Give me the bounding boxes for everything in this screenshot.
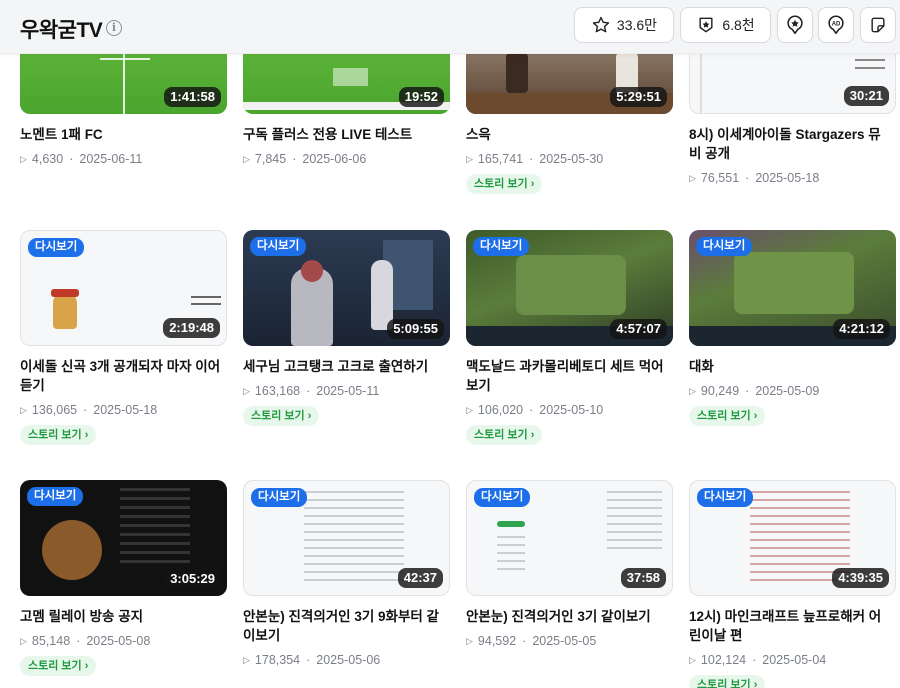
video-title[interactable]: 구독 플러스 전용 LIVE 테스트 — [243, 125, 450, 144]
video-meta: ▷ 136,065 · 2025-05-18 — [20, 403, 158, 417]
video-thumbnail[interactable]: 다시보기 37:58 — [466, 480, 673, 596]
video-meta: ▷ 178,354 · 2025-05-06 — [243, 653, 381, 667]
play-icon: ▷ — [689, 385, 696, 396]
replay-badge: 다시보기 — [27, 487, 84, 506]
story-button[interactable]: 스토리 보기 › — [689, 675, 766, 688]
video-duration: 19:52 — [398, 87, 444, 107]
play-icon: ▷ — [466, 404, 473, 415]
play-icon: ▷ — [466, 635, 473, 646]
story-button[interactable]: 스토리 보기 › — [20, 425, 97, 445]
info-icon[interactable]: i — [106, 20, 122, 36]
video-card[interactable]: 다시보기 2:19:48 이세돌 신곡 3개 공개되자 마자 이어 듣기 ▷ 136… — [20, 230, 227, 445]
subscribe-button[interactable]: 6.8천 — [680, 7, 771, 43]
video-duration: 37:58 — [620, 568, 666, 588]
sticker-button[interactable] — [860, 7, 896, 43]
replay-badge: 다시보기 — [696, 237, 753, 256]
play-icon: ▷ — [243, 153, 250, 164]
video-title[interactable]: 세구님 고크탱크 고크로 출연하기 — [243, 357, 450, 376]
story-button[interactable]: 스토리 보기 › — [466, 425, 543, 445]
play-icon: ▷ — [20, 635, 27, 646]
video-meta: ▷ 7,845 · 2025-06-06 — [243, 152, 367, 166]
play-icon: ▷ — [689, 172, 696, 183]
replay-badge: 다시보기 — [28, 238, 85, 257]
video-duration: 4:39:35 — [832, 568, 889, 588]
video-meta: ▷ 85,148 · 2025-05-08 — [20, 634, 151, 648]
video-thumbnail[interactable]: 다시보기 4:39:35 — [689, 480, 896, 596]
story-button[interactable]: 스토리 보기 › — [466, 174, 543, 194]
video-title[interactable]: 맥도날드 과카몰리베토디 세트 먹어 보기 — [466, 357, 673, 395]
video-card[interactable]: 다시보기 5:09:55 세구님 고크탱크 고크로 출연하기 ▷ 163,168 ·… — [243, 230, 450, 426]
video-meta: ▷ 102,124 · 2025-05-04 — [689, 653, 827, 667]
video-meta: ▷ 163,168 · 2025-05-11 — [243, 384, 380, 398]
video-title[interactable]: 안본눈) 진격의거인 3기 9화부터 같 이보기 — [243, 607, 450, 645]
video-meta: ▷ 165,741 · 2025-05-30 — [466, 152, 604, 166]
video-title[interactable]: 12시) 마인크래프트 늪프로해커 어 린이날 편 — [689, 607, 896, 645]
video-meta: ▷ 90,249 · 2025-05-09 — [689, 384, 820, 398]
play-icon: ▷ — [243, 385, 250, 396]
video-duration: 1:41:58 — [164, 87, 221, 107]
video-title[interactable]: 대화 — [689, 357, 896, 376]
video-card[interactable]: 다시보기 4:57:07 맥도날드 과카몰리베토디 세트 먹어 보기 ▷ 106,0… — [466, 230, 673, 445]
video-meta: ▷ 76,551 · 2025-05-18 — [689, 171, 820, 185]
video-title[interactable]: 이세돌 신곡 3개 공개되자 마자 이어 듣기 — [20, 357, 227, 395]
video-duration: 30:21 — [843, 86, 889, 106]
video-thumbnail[interactable]: 다시보기 3:05:29 — [20, 480, 227, 596]
replay-badge: 다시보기 — [697, 488, 754, 507]
video-duration: 2:19:48 — [163, 318, 220, 338]
play-icon: ▷ — [689, 654, 696, 665]
play-icon: ▷ — [243, 654, 250, 665]
play-icon: ▷ — [20, 404, 27, 415]
video-duration: 42:37 — [397, 568, 443, 588]
favorite-count: 33.6만 — [616, 17, 658, 33]
channel-header: 우왁굳TV i 33.6만 6.8천 AD — [0, 0, 900, 54]
story-button[interactable]: 스토리 보기 › — [689, 406, 766, 426]
video-duration: 5:09:55 — [387, 319, 444, 339]
story-button[interactable]: 스토리 보기 › — [243, 406, 320, 426]
star-icon — [592, 16, 610, 33]
subscriber-count: 6.8천 — [722, 17, 755, 33]
channel-name: 우왁굳TV — [20, 19, 103, 42]
video-card[interactable]: 다시보기 42:37 안본눈) 진격의거인 3기 9화부터 같 이보기 ▷ 178,… — [243, 480, 450, 667]
svg-text:AD: AD — [832, 22, 841, 28]
video-title[interactable]: 고멤 릴레이 방송 공지 — [20, 607, 227, 626]
video-card[interactable]: 다시보기 4:21:12 대화 ▷ 90,249 · 2025-05-09 스토리 보… — [689, 230, 896, 426]
star-badge-icon — [699, 17, 713, 33]
video-title[interactable]: 노멘트 1패 FC — [20, 125, 227, 144]
star-pin-icon — [787, 15, 803, 35]
pin-button[interactable] — [777, 7, 813, 43]
ad-icon: AD — [828, 15, 844, 35]
play-icon: ▷ — [20, 153, 27, 164]
video-meta: ▷ 94,592 · 2025-05-05 — [466, 634, 597, 648]
video-thumbnail[interactable]: 다시보기 42:37 — [243, 480, 450, 596]
story-button[interactable]: 스토리 보기 › — [20, 656, 97, 676]
video-title[interactable]: 안본눈) 진격의거인 3기 같이보기 — [466, 607, 673, 626]
replay-badge: 다시보기 — [473, 237, 530, 256]
video-title[interactable]: 8시) 이세계아이돌 Stargazers 뮤비 공개 — [689, 125, 896, 163]
video-card[interactable]: 다시보기 4:39:35 12시) 마인크래프트 늪프로해커 어 린이날 편 ▷ 1… — [689, 480, 896, 688]
video-meta: ▷ 106,020 · 2025-05-10 — [466, 403, 604, 417]
sticker-icon — [871, 17, 885, 33]
ad-button[interactable]: AD — [818, 7, 854, 43]
video-meta: ▷ 4,630 · 2025-06-11 — [20, 152, 143, 166]
video-duration: 4:21:12 — [833, 319, 890, 339]
video-card[interactable]: 다시보기 3:05:29 고멤 릴레이 방송 공지 ▷ 85,148 · 2025-0… — [20, 480, 227, 676]
video-thumbnail[interactable]: 다시보기 5:09:55 — [243, 230, 450, 346]
replay-badge: 다시보기 — [250, 237, 307, 256]
video-duration: 4:57:07 — [610, 319, 667, 339]
play-icon: ▷ — [466, 153, 473, 164]
replay-badge: 다시보기 — [474, 488, 531, 507]
video-duration: 5:29:51 — [610, 87, 667, 107]
video-card[interactable]: 다시보기 37:58 안본눈) 진격의거인 3기 같이보기 ▷ 94,592 · 20… — [466, 480, 673, 648]
replay-badge: 다시보기 — [251, 488, 308, 507]
video-thumbnail[interactable]: 다시보기 4:57:07 — [466, 230, 673, 346]
video-duration: 3:05:29 — [164, 569, 221, 589]
video-thumbnail[interactable]: 다시보기 2:19:48 — [20, 230, 227, 346]
video-title[interactable]: 스윽 — [466, 125, 673, 144]
favorite-button[interactable]: 33.6만 — [574, 7, 674, 43]
video-thumbnail[interactable]: 다시보기 4:21:12 — [689, 230, 896, 346]
